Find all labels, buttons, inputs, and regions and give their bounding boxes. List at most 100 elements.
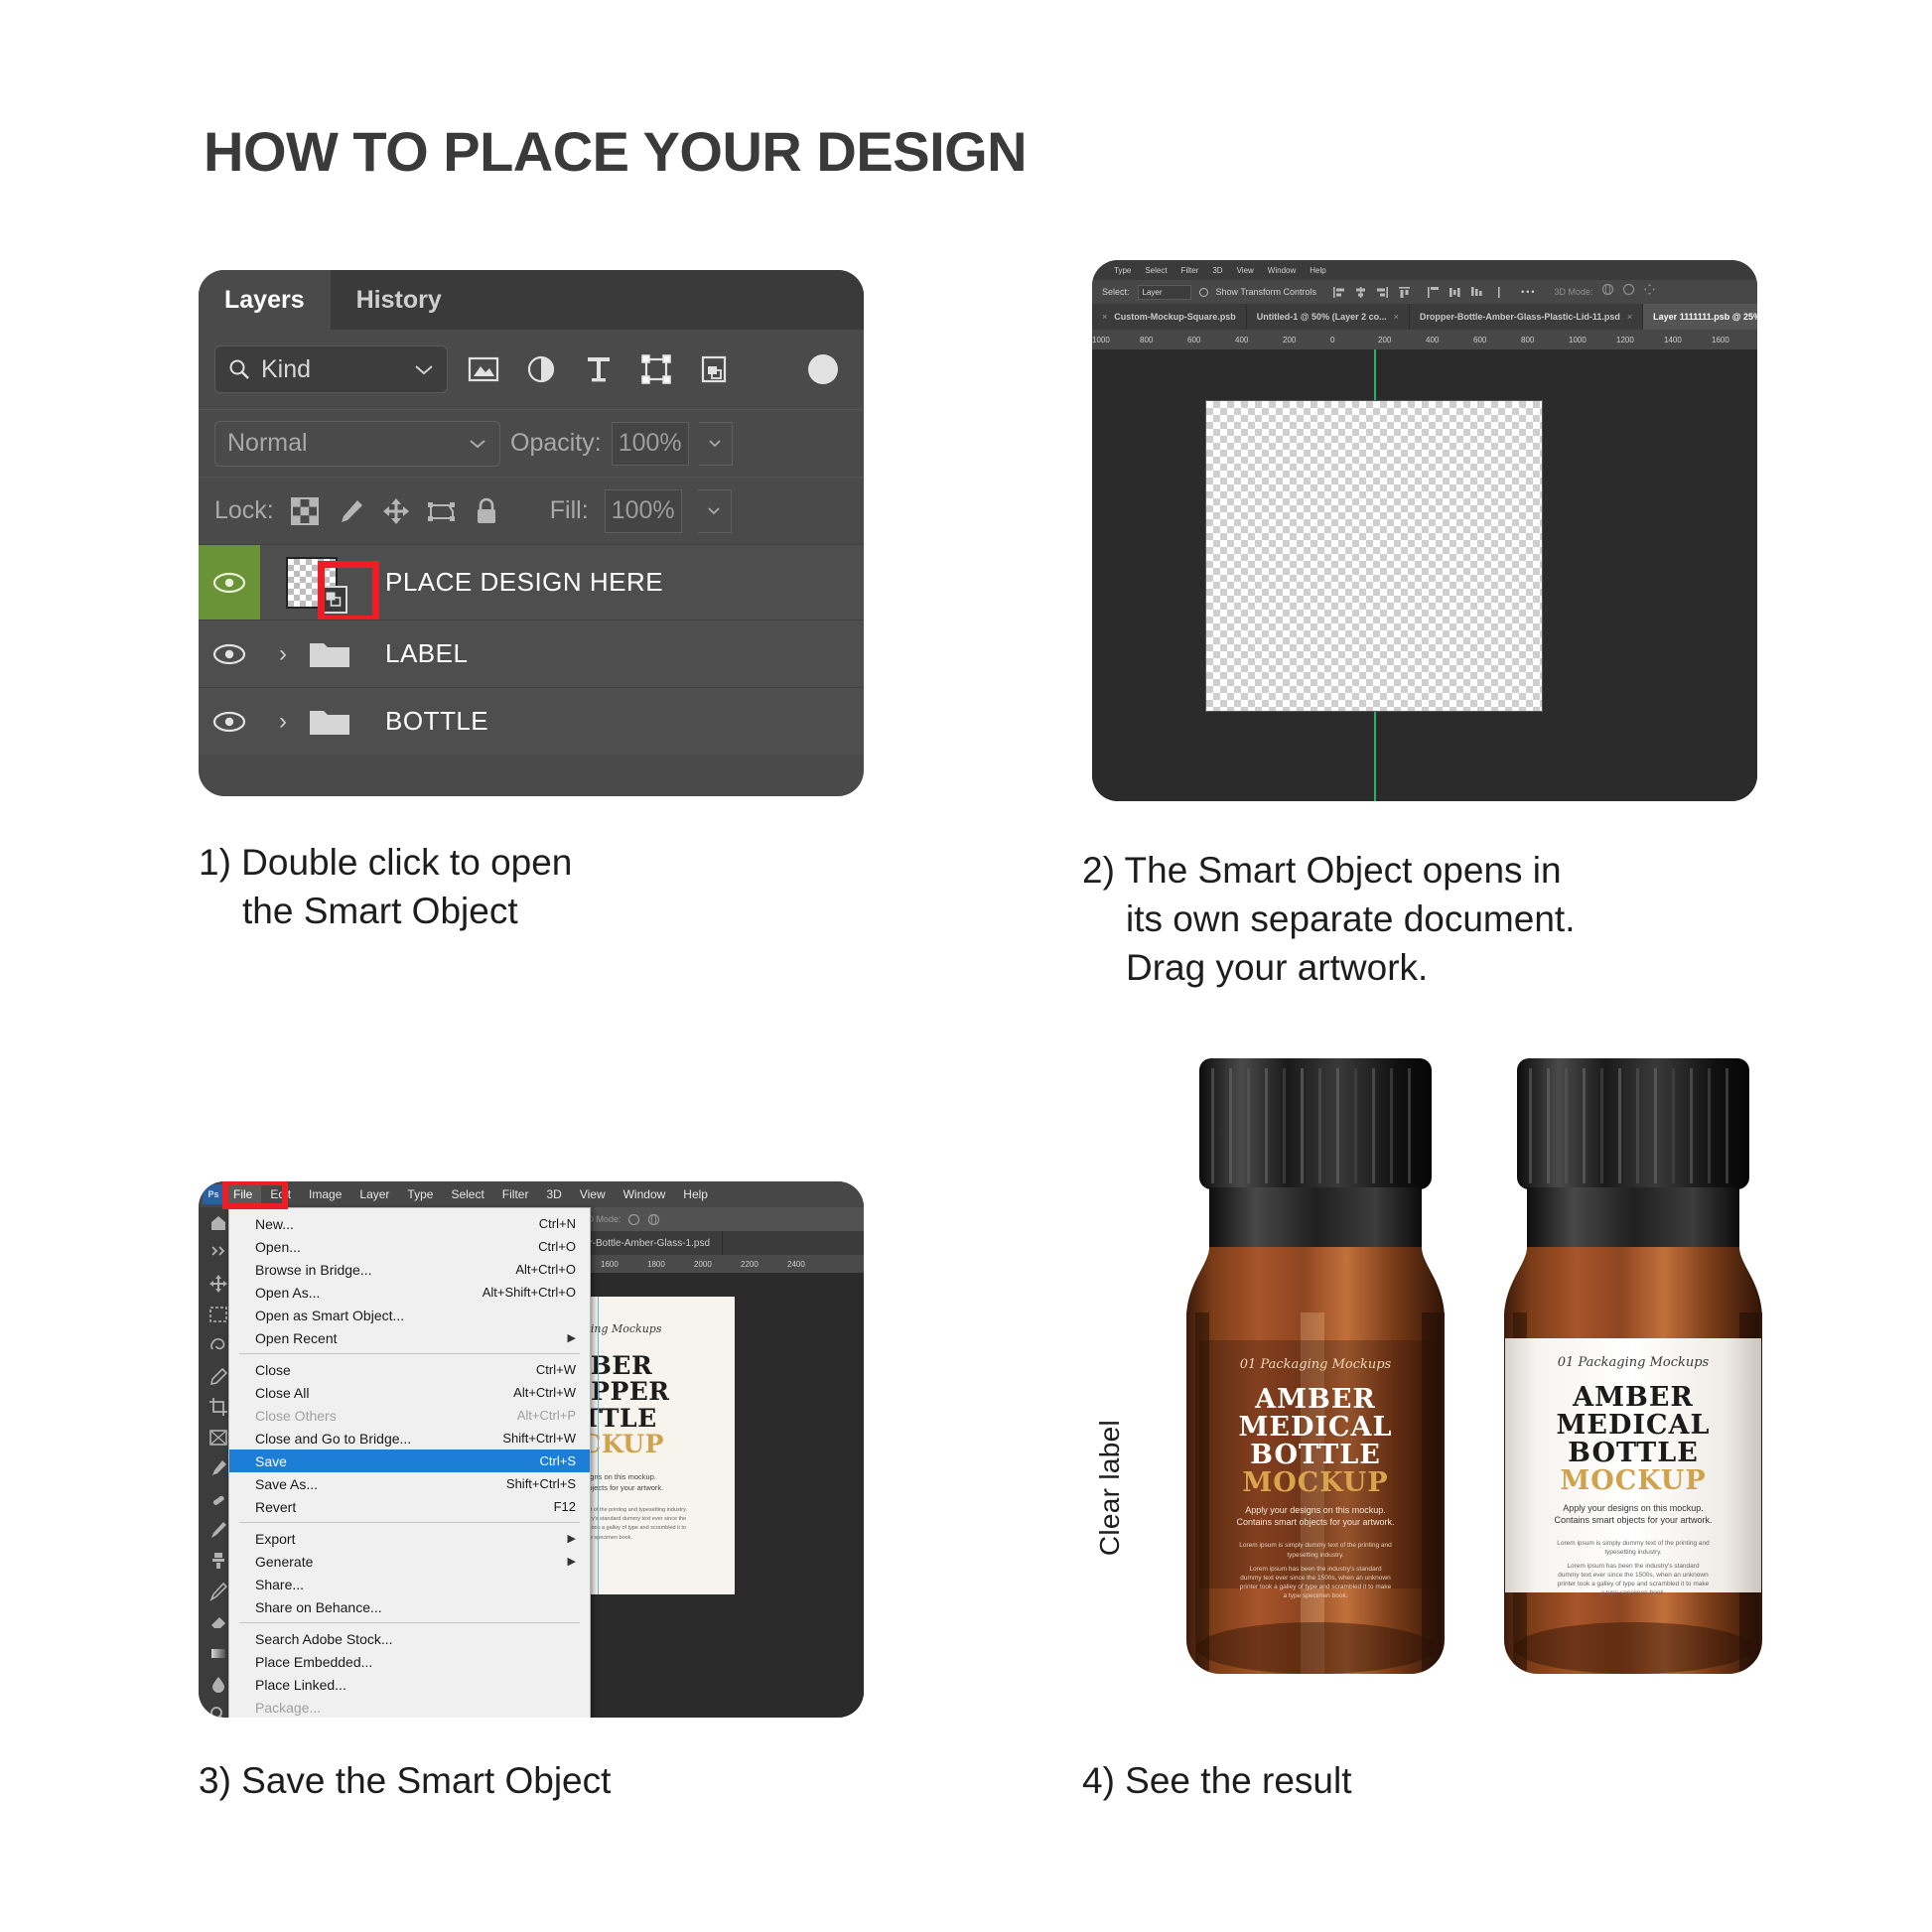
menu-item-close-all[interactable]: Close All Alt+Ctrl+W [229,1381,590,1404]
tab-history[interactable]: History [330,270,468,330]
chevron-down-icon[interactable] [468,437,487,450]
fill-stepper[interactable] [697,488,732,533]
menu-item-open-recent[interactable]: Open Recent ▶ [229,1326,590,1349]
pan-3d-icon[interactable] [1643,283,1656,301]
home-icon[interactable] [208,1213,228,1233]
layer-row-bottle[interactable]: › BOTTLE [199,687,864,755]
distribute-center-icon[interactable] [1449,286,1461,299]
lasso-tool-icon[interactable] [208,1335,228,1355]
quick-selection-icon[interactable] [208,1366,228,1386]
history-brush-icon[interactable] [208,1582,228,1601]
menu-item-export[interactable]: Export ▶ [229,1527,590,1550]
chevron-down-icon[interactable] [413,362,435,376]
layer-visibility-toggle[interactable] [199,545,260,620]
lock-image-icon[interactable] [336,496,365,526]
chevron-right-icon[interactable]: › [266,640,300,668]
menu-item-share-on-behance[interactable]: Share on Behance... [229,1595,590,1618]
healing-brush-icon[interactable] [208,1489,228,1509]
layer-row-place-design-here[interactable]: PLACE DESIGN HERE [199,544,864,622]
opacity-value[interactable]: 100% [611,421,689,466]
align-left-icon[interactable] [1332,286,1345,299]
document-tab-layer-1111111[interactable]: Layer 1111111.psb @ 25% (Background Colo… [1643,304,1757,330]
smart-object-filter-icon[interactable] [692,347,736,391]
close-icon[interactable]: × [1627,312,1632,322]
menu-item-close-and-go-to-bridge[interactable]: Close and Go to Bridge... Shift+Ctrl+W [229,1427,590,1449]
document-tab-custom-mockup-square[interactable]: × Custom-Mockup-Square.psb [1092,304,1247,330]
align-right-icon[interactable] [1376,286,1389,299]
adjustment-icon[interactable] [519,347,563,391]
tab-layers[interactable]: Layers [199,270,331,330]
ellipsis-icon[interactable]: ••• [1521,287,1536,297]
menu-item-generate[interactable]: Generate ▶ [229,1550,590,1573]
canvas-area[interactable] [1092,349,1757,801]
menu-item-save-as[interactable]: Save As... Shift+Ctrl+S [229,1472,590,1495]
lock-position-icon[interactable] [381,496,411,526]
menu-item-new[interactable]: New... Ctrl+N [229,1212,590,1235]
roll-3d-icon[interactable] [1622,283,1635,301]
gradient-tool-icon[interactable] [208,1643,228,1663]
menu-layer[interactable]: Layer [350,1181,398,1207]
menu-3d[interactable]: 3D [1212,266,1222,275]
menu-filter[interactable]: Filter [493,1181,538,1207]
roll-3d-icon[interactable] [647,1213,660,1226]
close-icon[interactable]: × [1102,312,1107,322]
distribute-vertical-icon[interactable] [1492,286,1505,299]
chevron-right-icon[interactable]: › [266,708,300,736]
menu-item-revert[interactable]: Revert F12 [229,1495,590,1518]
document-tab-untitled-1[interactable]: Untitled-1 @ 50% (Layer 2 co... × [1246,304,1410,330]
filter-toggle-switch[interactable] [808,354,838,384]
menu-view[interactable]: View [571,1181,615,1207]
layer-thumbnail[interactable] [260,545,379,622]
distribute-bottom-icon[interactable] [1470,286,1483,299]
checkbox-show-transform-controls[interactable] [1198,287,1208,297]
shape-icon[interactable] [634,347,678,391]
marquee-tool-icon[interactable] [208,1305,228,1324]
frame-tool-icon[interactable] [208,1428,228,1448]
panel-expand-icon[interactable] [208,1244,228,1263]
move-tool-icon[interactable] [208,1274,228,1294]
dodge-tool-icon[interactable] [208,1705,228,1718]
rotate-3d-icon[interactable] [1601,283,1614,301]
menu-image[interactable]: Image [300,1181,350,1207]
select-dropdown[interactable]: Layer [1137,284,1191,300]
filter-kind-dropdown[interactable]: Kind [214,345,448,393]
menu-select[interactable]: Select [442,1181,492,1207]
menu-help[interactable]: Help [674,1181,717,1207]
lock-artboard-icon[interactable] [427,496,457,526]
menu-item-save[interactable]: Save Ctrl+S [229,1449,590,1472]
menu-item-close[interactable]: Close Ctrl+W [229,1358,590,1381]
blend-mode-dropdown[interactable]: Normal [214,420,500,467]
menu-item-open-as[interactable]: Open As... Alt+Shift+Ctrl+O [229,1281,590,1304]
opacity-stepper[interactable] [698,421,733,466]
clone-stamp-icon[interactable] [208,1551,228,1571]
align-center-h-icon[interactable] [1354,286,1367,299]
menu-window[interactable]: Window [615,1181,675,1207]
lock-all-icon[interactable] [473,496,500,526]
menu-3d[interactable]: 3D [537,1181,570,1207]
layer-row-label[interactable]: › LABEL [199,620,864,687]
lock-transparent-icon[interactable] [290,496,320,526]
menu-type[interactable]: Type [1114,266,1131,275]
menu-item-search-adobe-stock[interactable]: Search Adobe Stock... [229,1627,590,1650]
menu-item-open[interactable]: Open... Ctrl+O [229,1235,590,1258]
eraser-tool-icon[interactable] [208,1612,228,1632]
layer-visibility-toggle[interactable] [199,688,260,755]
brush-tool-icon[interactable] [208,1520,228,1540]
crop-tool-icon[interactable] [208,1397,228,1417]
menu-filter[interactable]: Filter [1181,266,1199,275]
file-dropdown-menu[interactable]: New... Ctrl+N Open... Ctrl+O Browse in Bri… [228,1207,591,1718]
image-icon[interactable] [462,347,505,391]
menu-window[interactable]: Window [1268,266,1296,275]
distribute-top-icon[interactable] [1427,286,1440,299]
document-tab-dropper-bottle[interactable]: Dropper-Bottle-Amber-Glass-Plastic-Lid-1… [1409,304,1644,330]
align-top-icon[interactable] [1398,286,1411,299]
eyedropper-tool-icon[interactable] [208,1458,228,1478]
menu-item-open-as-smart-object[interactable]: Open as Smart Object... [229,1304,590,1326]
type-icon[interactable] [577,347,621,391]
menu-view[interactable]: View [1237,266,1254,275]
menu-item-place-embedded[interactable]: Place Embedded... [229,1650,590,1673]
layer-visibility-toggle[interactable] [199,621,260,687]
transparent-artboard[interactable] [1206,401,1542,711]
menu-help[interactable]: Help [1310,266,1325,275]
menu-item-share[interactable]: Share... [229,1573,590,1595]
